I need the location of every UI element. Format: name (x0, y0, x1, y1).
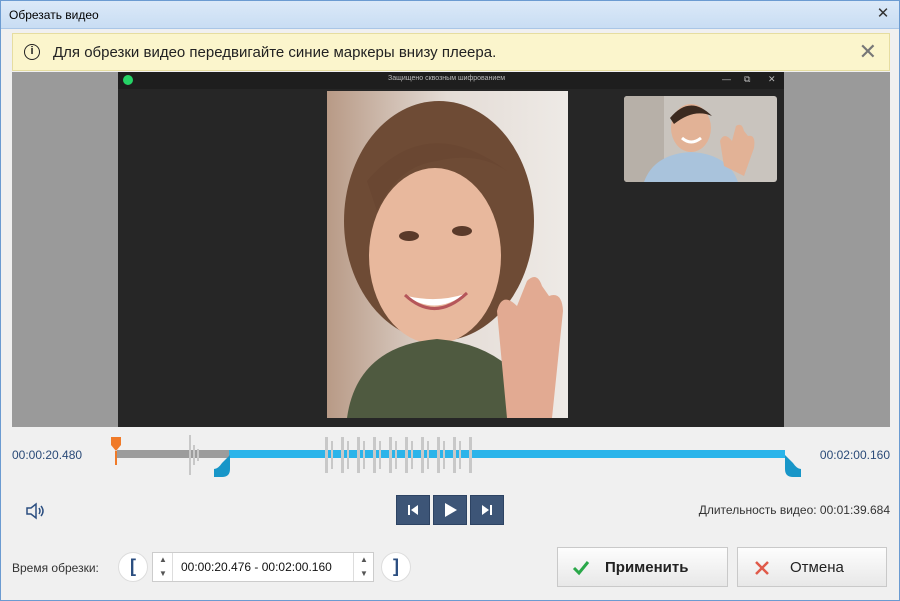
trim-start-time: 00:00:20.480 (12, 448, 83, 462)
window-close-icon[interactable]: ✕ (875, 6, 891, 22)
cancel-button-label: Отмена (790, 559, 844, 576)
window-title: Обрезать видео (9, 8, 99, 22)
skip-forward-button[interactable] (470, 495, 504, 525)
video-app-bar: Защищено сквозным шифрованием — ⧉ ✕ (118, 72, 784, 89)
hint-banner: i Для обрезки видео передвигайте синие м… (12, 33, 890, 71)
main-video-feed (327, 91, 568, 418)
title-bar: Обрезать видео ✕ (1, 1, 899, 29)
whatsapp-logo-icon (123, 75, 133, 85)
trim-footer: Время обрезки: [ ▲ ▼ 00:00:20.476 - 00:0… (1, 533, 900, 601)
start-down-arrow-icon[interactable]: ▼ (153, 567, 173, 581)
checkmark-icon (572, 561, 590, 576)
banner-close-icon[interactable]: ✕ (859, 40, 877, 64)
cancel-button[interactable]: Отмена (737, 547, 887, 587)
video-frame: Защищено сквозным шифрованием — ⧉ ✕ (118, 72, 784, 427)
play-button[interactable] (433, 495, 467, 525)
skip-forward-icon (482, 505, 492, 515)
hint-text: Для обрезки видео передвигайте синие мар… (53, 44, 497, 61)
set-start-bracket-button[interactable]: [ (118, 552, 148, 582)
apply-button[interactable]: Применить (557, 547, 728, 587)
trim-time-label: Время обрезки: (12, 561, 99, 575)
skip-back-icon (408, 505, 418, 515)
playhead-marker[interactable] (111, 437, 121, 465)
end-stepper: ▲ ▼ (353, 553, 373, 581)
trim-start-handle[interactable] (214, 455, 232, 477)
volume-icon[interactable] (25, 501, 47, 521)
trim-time-field[interactable]: ▲ ▼ 00:00:20.476 - 00:02:00.160 ▲ ▼ (152, 552, 374, 582)
start-stepper: ▲ ▼ (153, 553, 173, 581)
player-stage: Защищено сквозным шифрованием — ⧉ ✕ (12, 72, 890, 427)
video-close-icon: ✕ (768, 74, 776, 84)
video-maximize-icon: ⧉ (744, 74, 751, 84)
info-icon: i (24, 44, 40, 60)
set-end-bracket-button[interactable]: ] (381, 552, 411, 582)
trim-time-value[interactable]: 00:00:20.476 - 00:02:00.160 (181, 560, 332, 574)
end-down-arrow-icon[interactable]: ▼ (354, 567, 374, 581)
apply-button-label: Применить (605, 559, 689, 576)
video-minimize-icon: — (722, 74, 731, 84)
start-up-arrow-icon[interactable]: ▲ (153, 553, 173, 567)
video-app-title: Защищено сквозным шифрованием (388, 75, 506, 82)
end-up-arrow-icon[interactable]: ▲ (354, 553, 374, 567)
video-duration: Длительность видео: 00:01:39.684 (698, 503, 890, 517)
play-icon (445, 503, 457, 517)
trim-timeline: 00:00:20.480 00:02:00.160 (1, 429, 900, 489)
trim-video-window: Обрезать видео ✕ i Для обрезки видео пер… (0, 0, 900, 601)
trim-end-handle[interactable] (785, 455, 803, 477)
trim-end-time: 00:02:00.160 (819, 448, 890, 462)
self-video-feed (624, 96, 777, 182)
skip-back-button[interactable] (396, 495, 430, 525)
player-controls: Длительность видео: 00:01:39.684 (1, 491, 900, 531)
cancel-x-icon (755, 561, 769, 575)
